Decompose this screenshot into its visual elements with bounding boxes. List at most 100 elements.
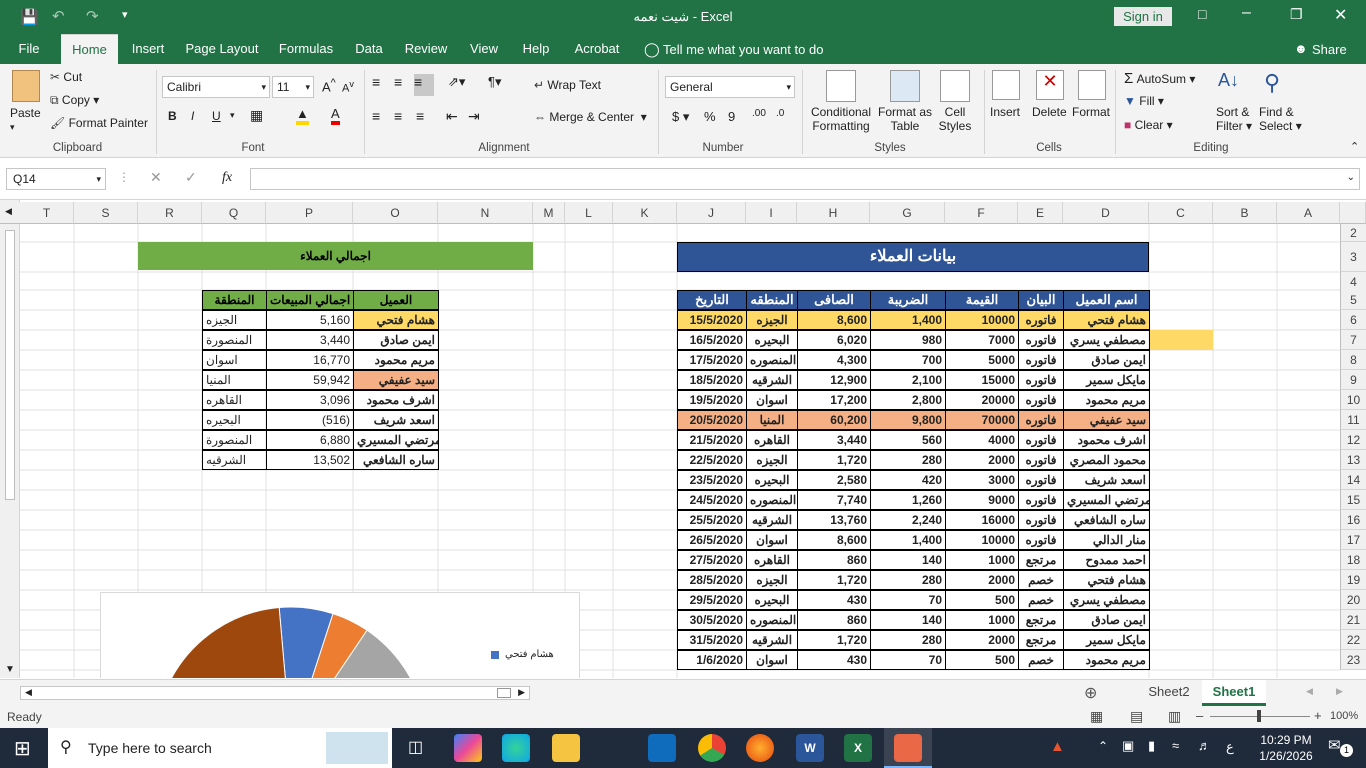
main-table-cell[interactable]: المنصوره — [746, 350, 798, 370]
main-table-cell[interactable]: منار الدالي — [1063, 530, 1150, 550]
close-icon[interactable]: ✕ — [1334, 5, 1347, 25]
column-header[interactable]: T — [20, 202, 74, 224]
row-header[interactable]: 16 — [1340, 510, 1366, 530]
main-table-cell[interactable]: 70 — [870, 650, 946, 670]
summary-table-cell[interactable]: اسعد شريف — [353, 410, 439, 430]
wifi-icon[interactable]: ≈ — [1172, 738, 1179, 753]
tab-view[interactable]: View — [466, 34, 502, 64]
word-icon[interactable]: W — [796, 734, 824, 762]
excel-icon[interactable]: X — [844, 734, 872, 762]
main-table-cell[interactable]: 70 — [870, 590, 946, 610]
fill-color-icon[interactable]: ▲ — [296, 106, 309, 125]
main-table-cell[interactable]: 430 — [797, 650, 871, 670]
clock-date[interactable]: 1/26/2026 — [1254, 749, 1318, 763]
row-header[interactable]: 4 — [1340, 272, 1366, 292]
main-table-cell[interactable]: 24/5/2020 — [677, 490, 747, 510]
main-table-cell[interactable]: 22/5/2020 — [677, 450, 747, 470]
tab-home[interactable]: Home — [61, 34, 118, 64]
main-table-cell[interactable]: 860 — [797, 610, 871, 630]
main-table-cell[interactable]: المنصوره — [746, 490, 798, 510]
main-table-cell[interactable]: فاتوره — [1018, 530, 1064, 550]
summary-table-cell[interactable]: اشرف محمود — [353, 390, 439, 410]
main-table-cell[interactable]: احمد ممدوح — [1063, 550, 1150, 570]
task-view-icon[interactable]: ◫ — [408, 737, 423, 757]
main-table-cell[interactable]: 28/5/2020 — [677, 570, 747, 590]
main-table-cell[interactable]: 20000 — [945, 390, 1019, 410]
orientation-icon[interactable]: ⇗▾ — [448, 74, 465, 90]
comma-icon[interactable]: 9 — [728, 109, 735, 124]
column-header[interactable]: E — [1018, 202, 1063, 224]
main-table-cell[interactable]: 17,200 — [797, 390, 871, 410]
increase-decimal-icon[interactable]: .00 — [752, 108, 766, 119]
summary-table-cell[interactable]: المنصورة — [202, 330, 267, 350]
tab-formulas[interactable]: Formulas — [276, 34, 336, 64]
summary-table-cell[interactable]: هشام فتحي — [353, 310, 439, 330]
main-table-cell[interactable]: الشرقيه — [746, 510, 798, 530]
main-table-cell[interactable]: 30/5/2020 — [677, 610, 747, 630]
text-direction-icon[interactable]: ¶▾ — [488, 74, 502, 90]
row-header[interactable]: 20 — [1340, 590, 1366, 610]
main-table-cell[interactable]: 17/5/2020 — [677, 350, 747, 370]
main-table-cell[interactable]: 4,300 — [797, 350, 871, 370]
align-right-icon[interactable]: ≡ — [416, 108, 424, 124]
format-as-table-button[interactable]: Format as Table — [878, 105, 932, 133]
tab-sheet1[interactable]: Sheet1 — [1202, 680, 1266, 706]
main-table-cell[interactable]: فاتوره — [1018, 450, 1064, 470]
summary-table-cell[interactable]: 6,880 — [266, 430, 354, 450]
main-table-cell[interactable]: 25/5/2020 — [677, 510, 747, 530]
cell-styles-button[interactable]: Cell Styles — [934, 105, 976, 133]
main-table-cell[interactable]: 2000 — [945, 450, 1019, 470]
main-table-cell[interactable]: 23/5/2020 — [677, 470, 747, 490]
horizontal-scrollbar[interactable]: ◀ ▶ — [20, 686, 530, 700]
row-header[interactable]: 3 — [1340, 242, 1366, 272]
summary-table-cell[interactable]: 3,096 — [266, 390, 354, 410]
tab-review[interactable]: Review — [401, 34, 451, 64]
main-table-cell[interactable]: البحيره — [746, 470, 798, 490]
main-table-cell[interactable]: مايكل سمير — [1063, 630, 1150, 650]
main-table-cell[interactable]: الجيزه — [746, 570, 798, 590]
collapse-ribbon-icon[interactable]: ⌃ — [1350, 140, 1359, 153]
main-table-cell[interactable]: اسوان — [746, 530, 798, 550]
percent-icon[interactable]: % — [704, 109, 716, 124]
main-table-cell[interactable]: مرتجع — [1018, 550, 1064, 570]
main-table-cell[interactable]: سيد عفيفي — [1063, 410, 1150, 430]
main-table-cell[interactable]: 430 — [797, 590, 871, 610]
column-header[interactable]: C — [1149, 202, 1213, 224]
zoom-level[interactable]: 100% — [1330, 710, 1358, 722]
summary-table-cell[interactable]: البحيره — [202, 410, 267, 430]
align-middle-icon[interactable]: ≡ — [394, 74, 402, 90]
main-table-cell[interactable]: 1,720 — [797, 570, 871, 590]
windows-start-icon[interactable]: ⊞ — [14, 736, 31, 761]
bold-button[interactable]: B — [168, 109, 177, 123]
row-header[interactable]: 18 — [1340, 550, 1366, 570]
main-table-cell[interactable]: 29/5/2020 — [677, 590, 747, 610]
main-header-cell[interactable]: التاريخ — [677, 290, 747, 310]
tell-me-box[interactable]: Tell me what you want to do — [663, 42, 823, 57]
main-table-cell[interactable]: 1/6/2020 — [677, 650, 747, 670]
column-header[interactable]: D — [1063, 202, 1149, 224]
main-table-cell[interactable]: 280 — [870, 570, 946, 590]
row-header[interactable]: 13 — [1340, 450, 1366, 470]
column-header[interactable]: P — [266, 202, 353, 224]
main-table-cell[interactable]: 1000 — [945, 550, 1019, 570]
font-size-combo[interactable]: 11 ▾ — [272, 76, 314, 98]
pie-chart[interactable]: هشام فتحي — [100, 592, 580, 678]
main-table-cell[interactable]: فاتوره — [1018, 370, 1064, 390]
column-header[interactable]: F — [945, 202, 1018, 224]
enter-icon[interactable]: ✓ — [185, 169, 197, 186]
summary-table-cell[interactable]: سيد عفيفي — [353, 370, 439, 390]
merge-center-button[interactable]: ⇔ Merge & Center ▾ — [534, 110, 647, 124]
tab-insert[interactable]: Insert — [127, 34, 169, 64]
main-table-cell[interactable]: 500 — [945, 590, 1019, 610]
edge-icon[interactable] — [502, 734, 530, 762]
main-table-cell[interactable]: 16/5/2020 — [677, 330, 747, 350]
main-table-cell[interactable]: فاتوره — [1018, 510, 1064, 530]
main-table-cell[interactable]: 5000 — [945, 350, 1019, 370]
increase-indent-icon[interactable]: ⇥ — [468, 108, 480, 125]
summary-title[interactable]: اجمالي العملاء — [138, 242, 533, 270]
sort-filter-button[interactable]: Sort & Filter ▾ — [1216, 105, 1252, 133]
row-header[interactable]: 17 — [1340, 530, 1366, 550]
decrease-indent-icon[interactable]: ⇤ — [446, 108, 458, 125]
zoom-out-icon[interactable]: – — [1196, 708, 1203, 723]
main-table-cell[interactable]: 3,440 — [797, 430, 871, 450]
